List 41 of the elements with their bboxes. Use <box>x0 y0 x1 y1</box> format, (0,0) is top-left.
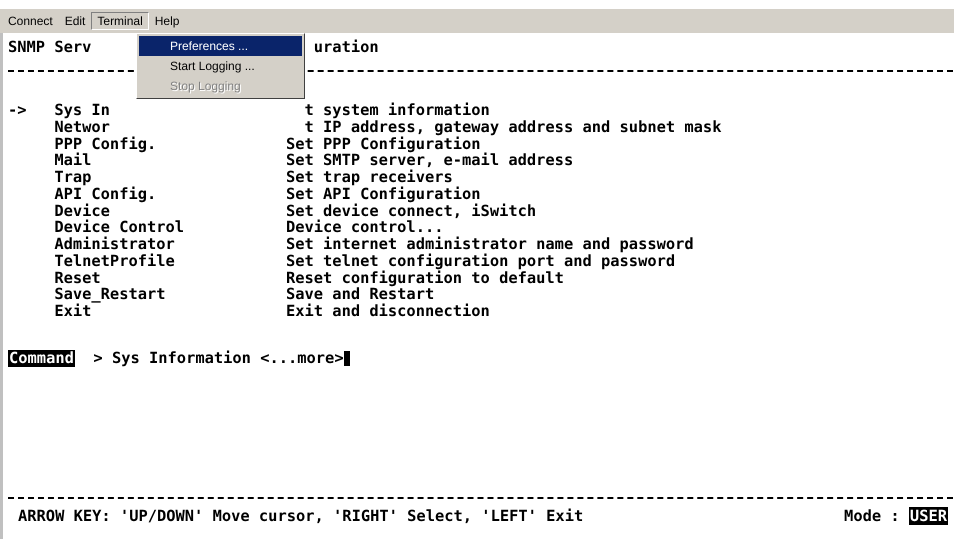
option-description: Set internet administrator name and password <box>286 236 694 253</box>
option-description: Set PPP Configuration <box>286 136 481 152</box>
option-description: t IP address, gateway address and subnet mask <box>304 118 722 136</box>
menu-item[interactable]: Edit <box>58 12 92 30</box>
option-description: Set device connect, iSwitch <box>286 202 536 220</box>
menu-option[interactable]: PPP Config. <box>54 134 156 152</box>
menu-option[interactable]: Device <box>54 202 110 220</box>
screen-title: uration <box>314 38 379 56</box>
menu-item[interactable]: Connect <box>2 12 59 30</box>
help-text: ARROW KEY: 'UP/DOWN' Move cursor, 'RIGHT' Select, 'LEFT' Exit <box>18 507 584 525</box>
menu-option[interactable]: TelnetProfile <box>54 252 175 270</box>
option-description: Save and Restart <box>286 286 434 303</box>
menu-option[interactable]: Exit <box>54 302 92 320</box>
option-description: Device control... <box>286 219 444 236</box>
mode-value: USER <box>908 507 948 525</box>
menu-option[interactable]: Sys In <box>54 101 110 119</box>
menu-option[interactable]: Reset <box>54 268 101 286</box>
option-description: Set API Configuration <box>286 186 481 202</box>
text-cursor <box>344 350 350 366</box>
screen-title: SNMP Serv <box>8 38 92 56</box>
menu-entry[interactable]: Preferences ... <box>139 36 302 56</box>
menu-option[interactable]: Trap <box>54 168 92 186</box>
cursor-arrow: -> <box>8 101 27 119</box>
mode-label: Mode : <box>844 507 900 525</box>
menu-option[interactable]: Mail <box>54 151 92 170</box>
menu-option[interactable]: Networ <box>54 118 110 136</box>
menu-item[interactable]: Terminal <box>91 12 149 30</box>
menu-option[interactable]: API Config. <box>54 184 156 203</box>
option-description: Set telnet configuration port and password <box>286 252 676 270</box>
menu-option[interactable]: Device Control <box>54 218 184 236</box>
menu-item[interactable]: Help <box>148 12 186 30</box>
menu-entry[interactable]: Start Logging ... <box>139 56 302 76</box>
option-description: t system information <box>304 102 490 119</box>
option-description: Set SMTP server, e-mail address <box>286 152 574 169</box>
option-description: Set trap receivers <box>286 169 453 186</box>
menu-option[interactable]: Administrator <box>54 235 175 253</box>
menu-option[interactable]: Save_Restart <box>54 285 166 304</box>
command-input[interactable]: > Sys Information <...more> <box>93 350 344 366</box>
option-description: Reset configuration to default <box>286 270 564 286</box>
command-label: Command <box>8 350 75 366</box>
option-description: Exit and disconnection <box>286 303 490 320</box>
